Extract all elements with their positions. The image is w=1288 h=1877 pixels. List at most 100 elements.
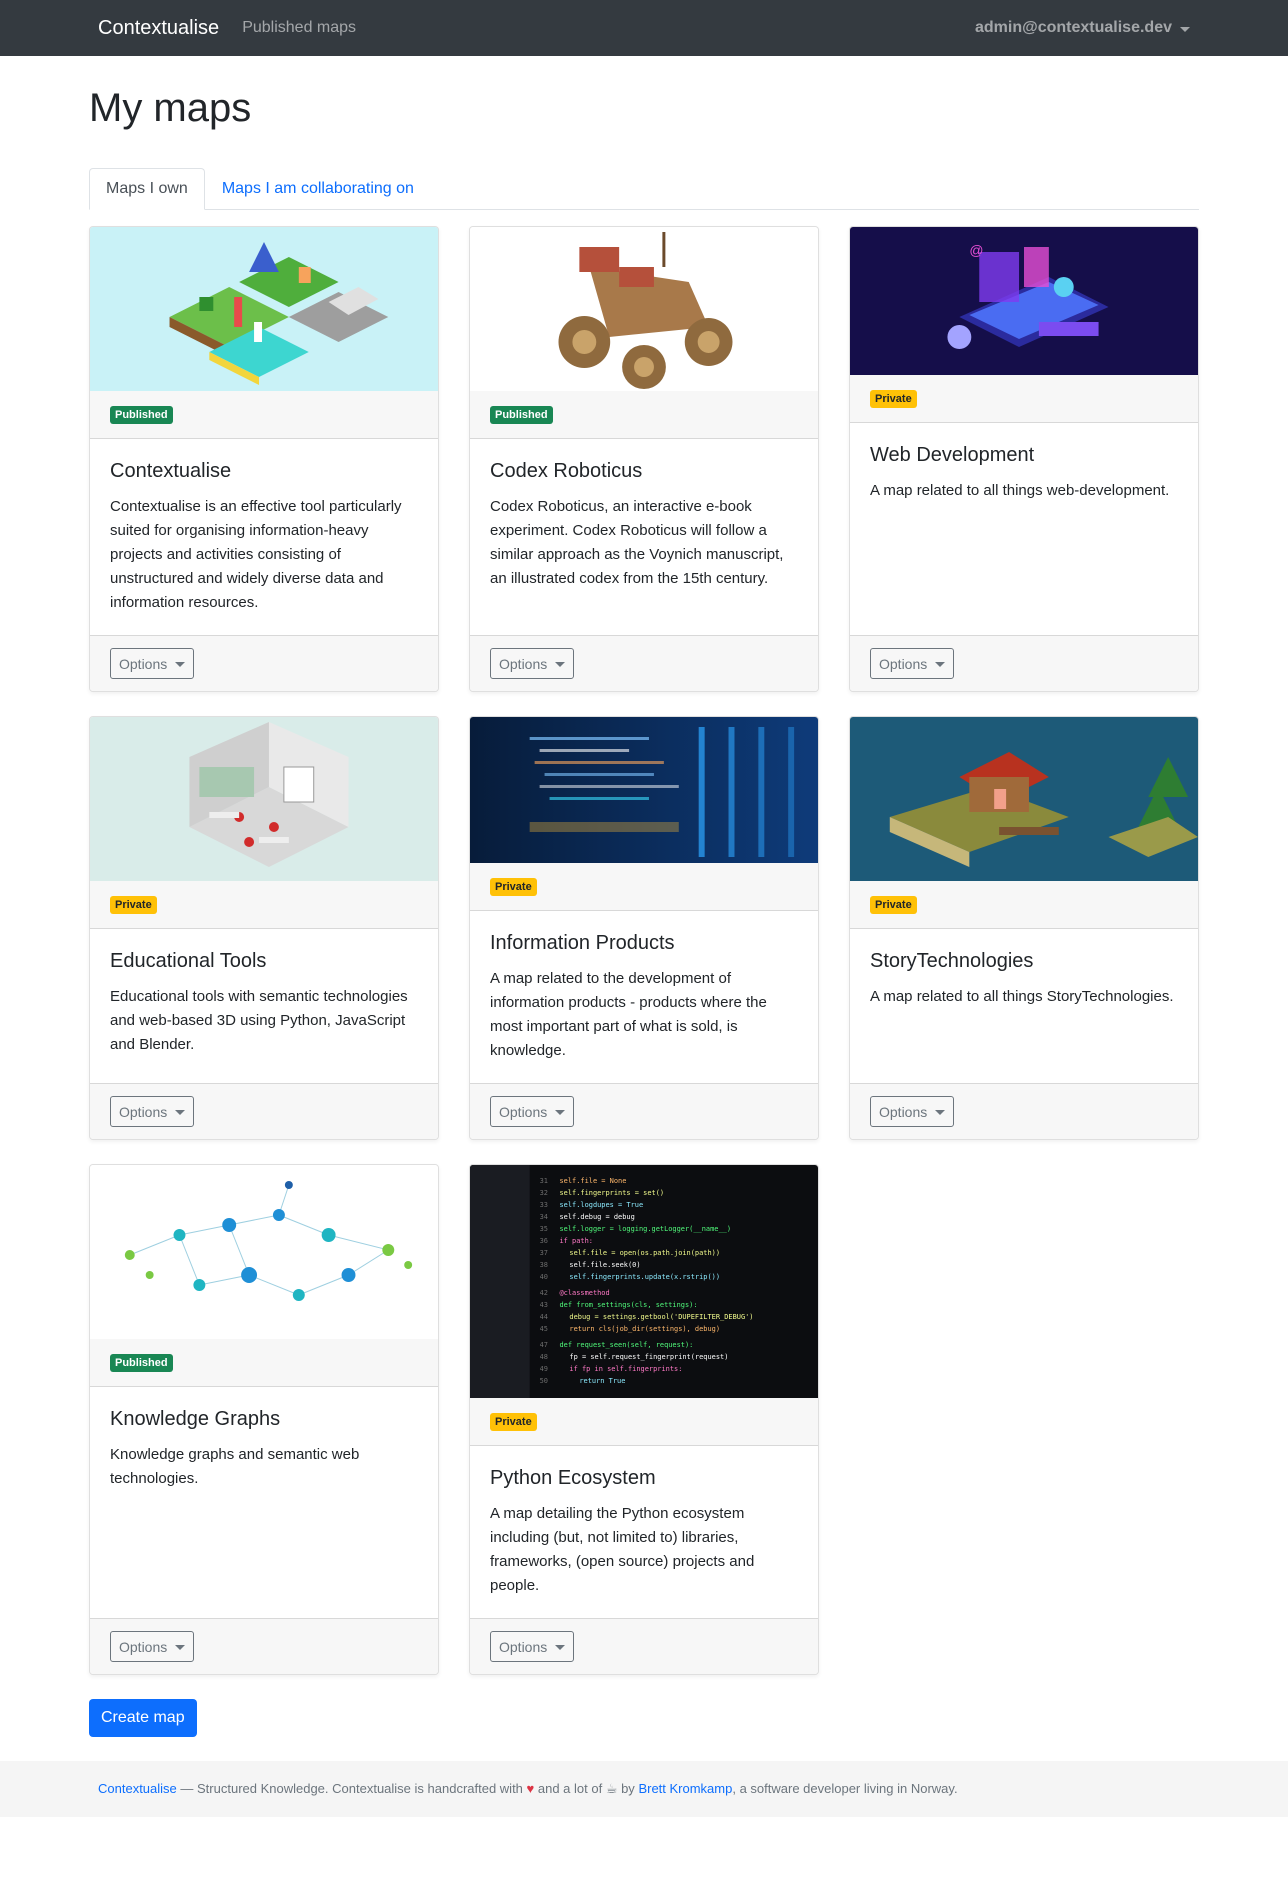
options-dropdown-button[interactable]: Options <box>110 648 195 679</box>
options-dropdown-button[interactable]: Options <box>870 648 955 679</box>
card-image[interactable] <box>470 717 818 863</box>
status-badge: Published <box>110 405 173 424</box>
options-dropdown-button[interactable]: Options <box>870 1096 955 1127</box>
map-card-educational-tools: Private Educational Tools Educational to… <box>89 716 439 1140</box>
card-image[interactable]: @ <box>850 227 1198 375</box>
card-title[interactable]: Web Development <box>870 443 1178 467</box>
svg-text:return cls(job_dir(settings),: return cls(job_dir(settings), debug) <box>569 1325 720 1333</box>
svg-text:self.debug = debug: self.debug = debug <box>559 1213 634 1221</box>
options-dropdown-button[interactable]: Options <box>110 1631 195 1662</box>
card-description: Educational tools with semantic technolo… <box>110 988 408 1053</box>
card-title[interactable]: Knowledge Graphs <box>110 1407 418 1431</box>
status-badge: Published <box>110 1353 173 1372</box>
svg-text:32: 32 <box>540 1189 548 1197</box>
svg-text:45: 45 <box>540 1325 548 1333</box>
options-dropdown-button[interactable]: Options <box>490 1631 575 1662</box>
map-card-information-products: Private Information Products A map relat… <box>469 716 819 1140</box>
svg-text:self.fingerprints.update(x.rst: self.fingerprints.update(x.rstrip()) <box>569 1273 720 1281</box>
chevron-down-icon <box>175 662 186 667</box>
svg-text:self.fingerprints = set(): self.fingerprints = set() <box>559 1189 664 1197</box>
card-title[interactable]: Contextualise <box>110 459 418 483</box>
card-body: Knowledge Graphs Knowledge graphs and se… <box>90 1387 438 1618</box>
brand-link[interactable]: Contextualise <box>98 13 219 43</box>
svg-text:debug = settings.getbool('DUPE: debug = settings.getbool('DUPEFILTER_DEB… <box>569 1313 753 1321</box>
card-image[interactable] <box>90 227 438 391</box>
svg-text:self.file.seek(0): self.file.seek(0) <box>569 1261 640 1269</box>
footer-author-link[interactable]: Brett Kromkamp <box>638 1781 732 1796</box>
footer-contextualise-link[interactable]: Contextualise <box>98 1781 177 1796</box>
card-title[interactable]: StoryTechnologies <box>870 949 1178 973</box>
svg-text:43: 43 <box>540 1301 548 1309</box>
card-footer: Options <box>470 1083 818 1139</box>
coffee-icon: ☕ <box>605 1781 618 1797</box>
map-card-python-ecosystem: 31 self.file = None 32 self.fingerprints =… <box>469 1164 819 1675</box>
tab-maps-i-own[interactable]: Maps I own <box>89 168 205 210</box>
card-description: Knowledge graphs and semantic web techno… <box>110 1446 360 1487</box>
page-title: My maps <box>89 86 252 130</box>
card-footer: Options <box>850 635 1198 691</box>
chevron-down-icon <box>175 1645 186 1650</box>
user-email: admin@contextualise.dev <box>975 19 1172 36</box>
footer-text-2: and a lot of <box>534 1781 606 1797</box>
options-label: Options <box>499 655 548 672</box>
card-title[interactable]: Information Products <box>490 931 798 955</box>
map-card-storytechnologies: Private StoryTechnologies A map related … <box>849 716 1199 1140</box>
card-footer: Options <box>90 1618 438 1674</box>
card-image[interactable] <box>850 717 1198 881</box>
card-image[interactable] <box>90 1165 438 1339</box>
user-menu-dropdown[interactable]: admin@contextualise.dev <box>975 16 1190 40</box>
card-image[interactable] <box>470 227 818 391</box>
card-image[interactable]: 31 self.file = None 32 self.fingerprints =… <box>470 1165 818 1398</box>
svg-text:38: 38 <box>540 1261 548 1269</box>
options-dropdown-button[interactable]: Options <box>110 1096 195 1127</box>
create-map-button[interactable]: Create map <box>89 1699 197 1737</box>
chevron-down-icon <box>1180 26 1190 32</box>
map-tabs: Maps I own Maps I am collaborating on <box>89 168 1199 210</box>
card-image[interactable] <box>90 717 438 881</box>
status-badge: Published <box>490 405 553 424</box>
card-title[interactable]: Python Ecosystem <box>490 1466 798 1490</box>
card-badge-area: Published <box>90 391 438 439</box>
options-dropdown-button[interactable]: Options <box>490 648 575 679</box>
card-footer: Options <box>850 1083 1198 1139</box>
svg-text:self.logdupes = True: self.logdupes = True <box>559 1201 643 1209</box>
card-footer: Options <box>470 1618 818 1674</box>
card-badge-area: Private <box>470 863 818 911</box>
chevron-down-icon <box>555 662 566 667</box>
svg-text:31: 31 <box>540 1177 548 1185</box>
card-title[interactable]: Codex Roboticus <box>490 459 798 483</box>
card-description: A map related to all things web-developm… <box>870 482 1170 499</box>
status-badge: Private <box>870 389 917 408</box>
tab-maps-collaborating[interactable]: Maps I am collaborating on <box>205 168 431 210</box>
card-body: Contextualise Contextualise is an effect… <box>90 439 438 635</box>
options-label: Options <box>499 1638 548 1655</box>
svg-text:self.logger = logging.getLogge: self.logger = logging.getLogger(__name__… <box>559 1225 731 1233</box>
footer-text-1: — Structured Knowledge. Contextualise is… <box>176 1781 527 1797</box>
card-body: Codex Roboticus Codex Roboticus, an inte… <box>470 439 818 635</box>
card-description: Contextualise is an effective tool parti… <box>110 498 402 611</box>
card-description: A map related to all things StoryTechnol… <box>870 988 1174 1005</box>
options-dropdown-button[interactable]: Options <box>490 1096 575 1127</box>
card-badge-area: Private <box>90 881 438 929</box>
card-body: Python Ecosystem A map detailing the Pyt… <box>470 1446 818 1618</box>
svg-text:fp = self.request_fingerprint(: fp = self.request_fingerprint(request) <box>569 1353 728 1361</box>
card-body: Information Products A map related to th… <box>470 911 818 1083</box>
svg-text:if path:: if path: <box>559 1237 592 1245</box>
page-footer: Contextualise — Structured Knowledge. Co… <box>0 1761 1288 1817</box>
svg-text:40: 40 <box>540 1273 548 1281</box>
card-badge-area: Private <box>470 1398 818 1446</box>
card-title[interactable]: Educational Tools <box>110 949 418 973</box>
status-badge: Private <box>110 895 157 914</box>
chevron-down-icon <box>935 662 946 667</box>
published-maps-link[interactable]: Published maps <box>242 16 356 40</box>
status-badge: Private <box>870 895 917 914</box>
options-label: Options <box>119 655 168 672</box>
svg-text:48: 48 <box>540 1353 548 1361</box>
footer-text: Contextualise — Structured Knowledge. Co… <box>98 1779 958 1799</box>
svg-text:@: @ <box>969 242 983 258</box>
svg-text:self.file = None: self.file = None <box>559 1177 626 1185</box>
chevron-down-icon <box>555 1645 566 1650</box>
card-description: A map related to the development of info… <box>490 970 767 1059</box>
svg-text:37: 37 <box>540 1249 548 1257</box>
svg-text:33: 33 <box>540 1201 548 1209</box>
